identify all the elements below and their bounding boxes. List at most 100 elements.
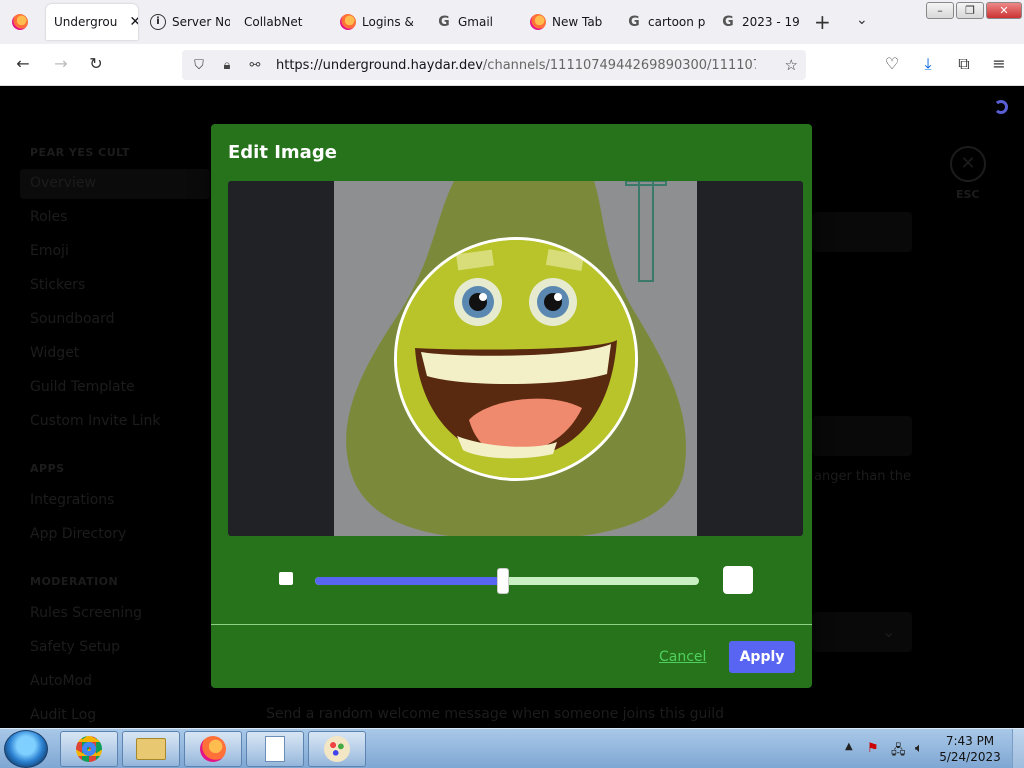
tab-0[interactable]: Undergrou ✕ — [46, 4, 138, 40]
volume-muted-icon[interactable]: 🔈︎ — [915, 741, 923, 756]
taskbar-clock[interactable]: 7:43 PM 5/24/2023 — [935, 733, 1005, 765]
google-icon: G — [628, 14, 640, 30]
taskbar-notepad[interactable] — [246, 731, 304, 767]
notepad-icon — [265, 736, 285, 762]
tab-label: Gmail — [458, 15, 494, 29]
taskbar-chrome[interactable] — [60, 731, 118, 767]
clock-time: 7:43 PM — [945, 734, 995, 748]
system-tray: ▲ ⚑ 🖧︎ 🔈︎ 7:43 PM 5/24/2023 — [845, 729, 1024, 768]
browser-nav-bar: ← → ↻ ⛉ 🔒︎ ⚯ https://underground.haydar.… — [0, 44, 1024, 86]
tab-2[interactable]: CollabNet — [236, 4, 326, 40]
sidebar-item-audit-log[interactable]: Audit Log — [30, 707, 96, 723]
cancel-button[interactable]: Cancel — [659, 649, 706, 665]
action-center-icon[interactable]: ⚑ — [867, 741, 879, 756]
background-description: anger than the — [814, 469, 911, 484]
sidebar-item-safety-setup[interactable]: Safety Setup — [30, 639, 120, 655]
zoom-slider-handle[interactable] — [497, 568, 510, 594]
apply-button[interactable]: Apply — [729, 641, 795, 673]
server-name-heading: PEAR YES CULT — [30, 146, 130, 159]
taskbar-file-explorer[interactable] — [122, 731, 180, 767]
tray-expand-icon[interactable]: ▲ — [845, 741, 853, 752]
tab-label: CollabNet — [244, 15, 303, 29]
menu-icon[interactable]: ≡ — [988, 54, 1010, 73]
tab-4[interactable]: G Gmail — [428, 4, 516, 40]
tab-list-chevron-icon[interactable]: ⌄ — [856, 12, 868, 28]
bookmark-star-icon[interactable]: ☆ — [785, 56, 798, 74]
sidebar-item-overview[interactable]: Overview — [20, 169, 210, 199]
tab-6[interactable]: G cartoon p — [618, 4, 708, 40]
sidebar-item-stickers[interactable]: Stickers — [30, 277, 85, 293]
zoom-slider-row — [211, 564, 812, 604]
sidebar-item-guild-template[interactable]: Guild Template — [30, 379, 135, 395]
sidebar-item-emoji[interactable]: Emoji — [30, 243, 69, 259]
tab-label: 2023 - 19 — [742, 15, 800, 29]
loading-spinner-icon — [994, 100, 1008, 114]
reload-icon[interactable]: ↻ — [85, 54, 107, 73]
modal-title: Edit Image — [228, 142, 337, 163]
settings-sidebar: PEAR YES CULT Overview Roles Emoji Stick… — [0, 86, 210, 728]
background-input-box — [812, 416, 912, 456]
forward-icon[interactable]: → — [50, 54, 72, 73]
zoom-in-image-icon — [723, 566, 753, 594]
restore-button[interactable]: ❐ — [956, 2, 984, 19]
new-tab-icon[interactable]: + — [814, 10, 831, 34]
extensions-icon[interactable]: ⧉ — [953, 54, 975, 74]
minimize-button[interactable]: – — [926, 2, 954, 19]
sidebar-item-automod[interactable]: AutoMod — [30, 673, 92, 689]
permissions-icon[interactable]: ⚯ — [244, 58, 266, 73]
background-input-box — [812, 212, 912, 252]
zoom-slider-fill — [315, 577, 504, 585]
tab-close-icon[interactable]: ✕ — [129, 14, 138, 30]
taskbar-paint[interactable] — [308, 731, 366, 767]
pocket-icon[interactable]: ♡ — [881, 54, 903, 73]
sidebar-item-soundboard[interactable]: Soundboard — [30, 311, 115, 327]
taskbar-firefox[interactable] — [184, 731, 242, 767]
edit-image-modal: Edit Image Cancel Apply — [211, 124, 812, 688]
downloads-icon[interactable]: ⤓ — [917, 54, 939, 74]
info-icon: i — [150, 14, 166, 30]
back-icon[interactable]: ← — [12, 54, 34, 73]
tab-label: Logins & — [362, 15, 414, 29]
image-crop-area[interactable] — [228, 181, 803, 536]
tab-7[interactable]: G 2023 - 19 — [712, 4, 804, 40]
modal-footer: Cancel Apply — [211, 624, 812, 688]
firefox-menu-icon[interactable] — [12, 14, 28, 30]
dropdown-chevron-icon: ⌄ — [882, 622, 896, 641]
esc-label: ESC — [956, 188, 980, 201]
crop-circle[interactable] — [394, 237, 638, 481]
background-dropdown — [812, 612, 912, 652]
file-explorer-icon — [136, 738, 166, 760]
sidebar-item-app-directory[interactable]: App Directory — [30, 526, 126, 542]
address-bar[interactable]: ⛉ 🔒︎ ⚯ https://underground.haydar.dev/ch… — [182, 50, 806, 80]
close-settings-icon[interactable]: ✕ — [950, 146, 986, 182]
network-icon[interactable]: 🖧︎ — [891, 741, 906, 763]
lock-icon[interactable]: 🔒︎ — [216, 58, 238, 73]
paint-icon — [324, 736, 350, 762]
url-domain: https://underground.haydar.dev — [276, 57, 483, 73]
google-icon: G — [722, 14, 734, 30]
tab-5[interactable]: New Tab — [522, 4, 614, 40]
tab-label: Undergrou — [54, 15, 118, 29]
sidebar-item-custom-invite-link[interactable]: Custom Invite Link — [30, 413, 160, 429]
windows-taskbar: ▲ ⚑ 🖧︎ 🔈︎ 7:43 PM 5/24/2023 — [0, 728, 1024, 768]
show-desktop-button[interactable] — [1012, 729, 1024, 768]
url-text[interactable]: https://underground.haydar.dev/channels/… — [276, 58, 756, 73]
start-button[interactable] — [4, 730, 48, 768]
sidebar-item-rules-screening[interactable]: Rules Screening — [30, 605, 142, 621]
tab-1[interactable]: i Server No — [142, 4, 230, 40]
tab-label: New Tab — [552, 15, 603, 29]
sidebar-item-roles[interactable]: Roles — [30, 209, 67, 225]
tab-label: cartoon p — [648, 15, 706, 29]
firefox-icon — [200, 736, 226, 762]
smiley-face-image — [397, 240, 635, 478]
sidebar-item-integrations[interactable]: Integrations — [30, 492, 114, 508]
close-window-button[interactable]: ✕ — [986, 2, 1022, 19]
firefox-icon — [530, 14, 546, 30]
tracking-shield-icon[interactable]: ⛉ — [188, 58, 210, 73]
tab-3[interactable]: Logins & — [332, 4, 422, 40]
moderation-heading: MODERATION — [30, 575, 119, 588]
sidebar-item-widget[interactable]: Widget — [30, 345, 79, 361]
google-icon: G — [438, 14, 450, 30]
browser-tab-bar: Undergrou ✕ i Server No CollabNet Logins… — [0, 0, 1024, 44]
url-path: /channels/1111074944269890300/11110749 — [482, 57, 756, 73]
